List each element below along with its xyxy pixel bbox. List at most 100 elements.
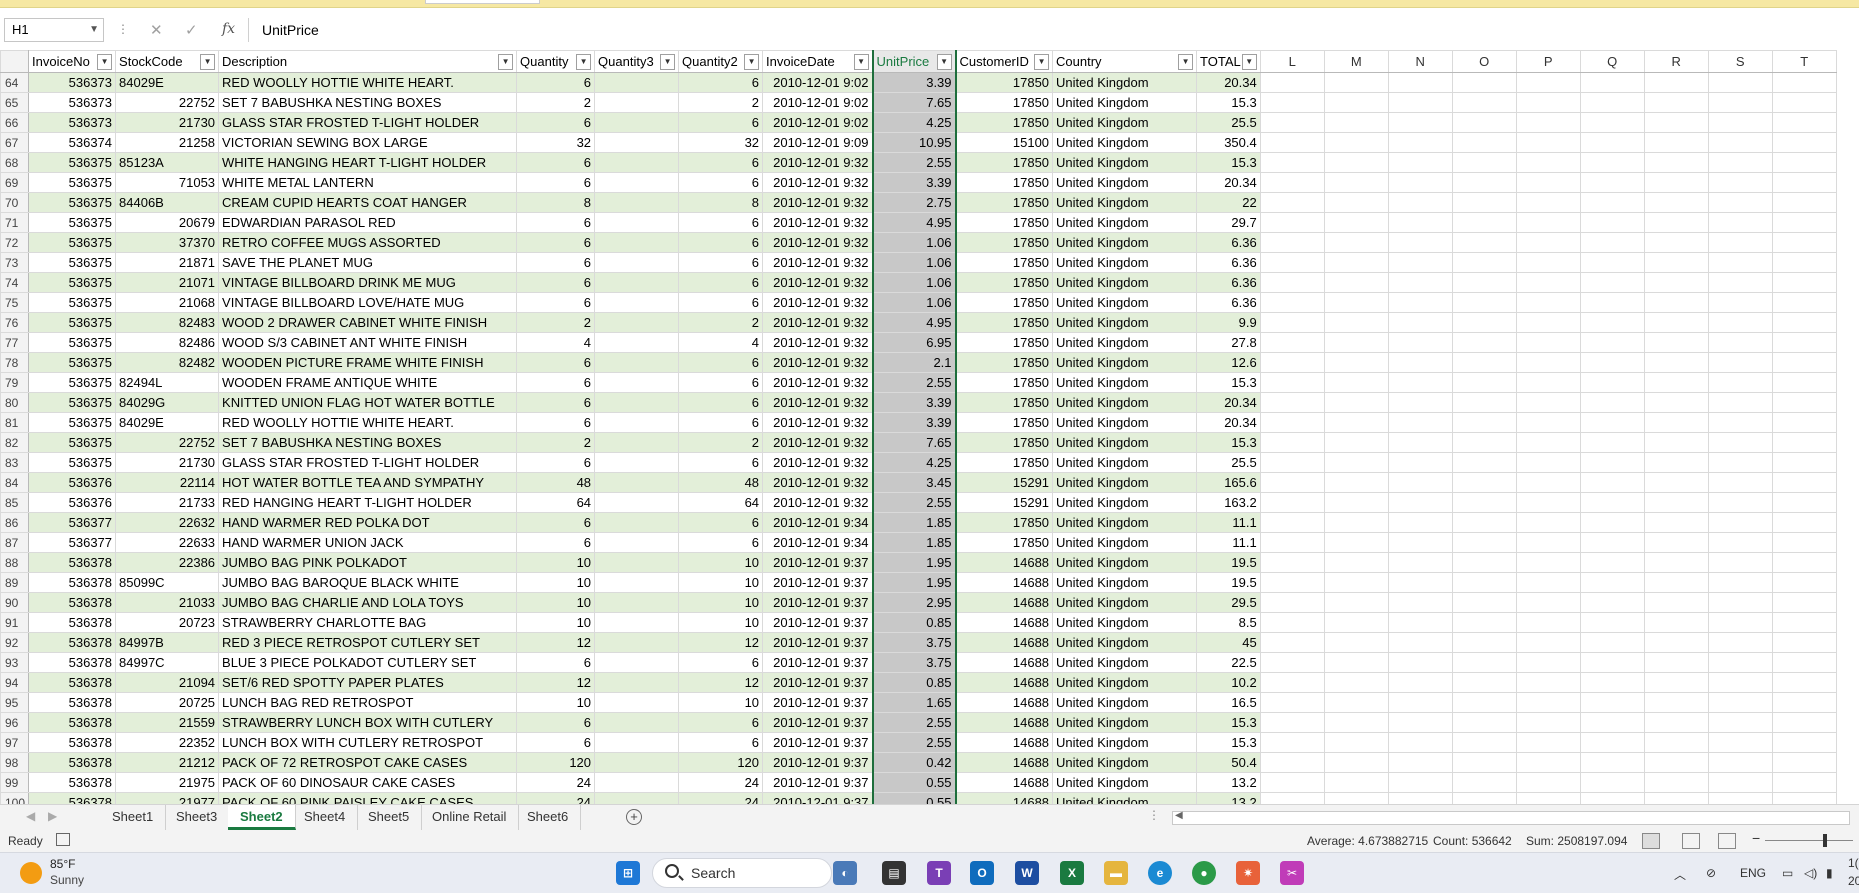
empty-cell[interactable] <box>1579 272 1645 293</box>
customer-id-cell[interactable]: 17850 <box>955 532 1054 553</box>
empty-cell[interactable] <box>1643 572 1709 593</box>
empty-cell[interactable] <box>1323 732 1389 753</box>
empty-cell[interactable] <box>1515 92 1581 113</box>
empty-cell[interactable] <box>1515 572 1581 593</box>
country-cell[interactable]: United Kingdom <box>1052 572 1198 593</box>
empty-cell[interactable] <box>1771 712 1837 733</box>
clock-date[interactable]: 20 <box>1848 874 1859 888</box>
empty-cell[interactable] <box>1451 292 1517 313</box>
quantity-cell[interactable]: 6 <box>516 532 596 553</box>
filter-dropdown-icon[interactable]: ▼ <box>498 53 514 70</box>
invoice-date-cell[interactable]: 2010-12-01 9:37 <box>762 772 874 793</box>
empty-cell[interactable] <box>1259 372 1325 393</box>
empty-cell[interactable] <box>1643 352 1709 373</box>
customer-id-cell[interactable]: 17850 <box>955 352 1054 373</box>
empty-cell[interactable] <box>1643 172 1709 193</box>
empty-cell[interactable] <box>1771 192 1837 213</box>
quantity3-cell[interactable] <box>594 712 680 733</box>
stock-code-cell[interactable]: 20679 <box>115 212 220 233</box>
empty-cell[interactable] <box>1771 112 1837 133</box>
country-cell[interactable]: United Kingdom <box>1052 252 1198 273</box>
empty-cell[interactable] <box>1259 552 1325 573</box>
row-number[interactable]: 100 <box>0 792 30 804</box>
quantity2-cell[interactable]: 120 <box>678 752 764 773</box>
scroll-left-icon[interactable]: ◀ <box>1175 810 1183 821</box>
unit-price-cell[interactable]: 3.75 <box>871 632 957 653</box>
country-cell[interactable]: United Kingdom <box>1052 72 1198 93</box>
stock-code-cell[interactable]: 84997C <box>115 652 220 673</box>
empty-cell[interactable] <box>1451 612 1517 633</box>
row-number[interactable]: 69 <box>0 172 30 193</box>
empty-cell[interactable] <box>1771 292 1837 313</box>
empty-cell[interactable] <box>1771 452 1837 473</box>
row-number[interactable]: 99 <box>0 772 30 793</box>
total-cell[interactable]: 29.5 <box>1196 592 1261 613</box>
empty-cell[interactable] <box>1451 532 1517 553</box>
row-number[interactable]: 77 <box>0 332 30 353</box>
chevron-down-icon[interactable]: ▼ <box>89 19 99 41</box>
quantity2-cell[interactable]: 6 <box>678 512 764 533</box>
empty-cell[interactable] <box>1771 792 1837 804</box>
empty-cell[interactable] <box>1579 352 1645 373</box>
quantity-cell[interactable]: 10 <box>516 592 596 613</box>
empty-cell[interactable] <box>1707 92 1773 113</box>
quantity3-cell[interactable] <box>594 132 680 153</box>
empty-cell[interactable] <box>1387 672 1453 693</box>
sheet-tab-sheet2[interactable]: Sheet2 <box>228 805 296 830</box>
quantity-cell[interactable]: 6 <box>516 292 596 313</box>
empty-cell[interactable] <box>1515 252 1581 273</box>
empty-cell[interactable] <box>1323 752 1389 773</box>
description-cell[interactable]: WOOD S/3 CABINET ANT WHITE FINISH <box>218 332 518 353</box>
worksheet-grid[interactable]: InvoiceNo ▼ StockCode ▼ Description ▼ Quantity… <box>0 50 1859 804</box>
empty-cell[interactable] <box>1515 612 1581 633</box>
stock-code-cell[interactable]: 21212 <box>115 752 220 773</box>
empty-cell[interactable] <box>1259 532 1325 553</box>
empty-cell[interactable] <box>1579 612 1645 633</box>
empty-cell[interactable] <box>1451 112 1517 133</box>
stock-code-cell[interactable]: 22352 <box>115 732 220 753</box>
quantity3-cell[interactable] <box>594 432 680 453</box>
page-break-preview-icon[interactable] <box>1718 833 1736 849</box>
empty-cell[interactable] <box>1515 632 1581 653</box>
empty-cell[interactable] <box>1451 332 1517 353</box>
quantity2-cell[interactable]: 6 <box>678 252 764 273</box>
empty-cell[interactable] <box>1771 72 1837 93</box>
customer-id-cell[interactable]: 17850 <box>955 392 1054 413</box>
empty-cell[interactable] <box>1259 392 1325 413</box>
empty-cell[interactable] <box>1323 112 1389 133</box>
column-letter-o[interactable]: O <box>1451 50 1517 73</box>
unit-price-cell[interactable]: 7.65 <box>871 92 957 113</box>
empty-cell[interactable] <box>1579 532 1645 553</box>
quantity-cell[interactable]: 12 <box>516 632 596 653</box>
unit-price-cell[interactable]: 1.06 <box>871 252 957 273</box>
row-number[interactable]: 96 <box>0 712 30 733</box>
total-cell[interactable]: 6.36 <box>1196 232 1261 253</box>
filter-dropdown-icon[interactable]: ▼ <box>744 53 760 70</box>
row-number[interactable]: 94 <box>0 672 30 693</box>
empty-cell[interactable] <box>1515 472 1581 493</box>
quantity2-cell[interactable]: 6 <box>678 352 764 373</box>
customer-id-cell[interactable]: 14688 <box>955 732 1054 753</box>
description-cell[interactable]: SET 7 BABUSHKA NESTING BOXES <box>218 92 518 113</box>
empty-cell[interactable] <box>1387 492 1453 513</box>
row-number[interactable]: 85 <box>0 492 30 513</box>
row-number[interactable]: 82 <box>0 432 30 453</box>
quantity3-cell[interactable] <box>594 352 680 373</box>
excel-icon[interactable]: X <box>1060 861 1084 885</box>
unit-price-cell[interactable]: 0.55 <box>871 792 957 804</box>
empty-cell[interactable] <box>1259 592 1325 613</box>
empty-cell[interactable] <box>1515 712 1581 733</box>
empty-cell[interactable] <box>1579 192 1645 213</box>
total-cell[interactable]: 15.3 <box>1196 732 1261 753</box>
quantity2-cell[interactable]: 24 <box>678 792 764 804</box>
row-number[interactable]: 89 <box>0 572 30 593</box>
unit-price-cell[interactable]: 0.85 <box>871 672 957 693</box>
status-average[interactable]: Average: 4.673882715 <box>1307 834 1428 848</box>
empty-cell[interactable] <box>1771 672 1837 693</box>
column-header-quantity2[interactable]: Quantity2 ▼ <box>678 50 764 73</box>
empty-cell[interactable] <box>1387 412 1453 433</box>
empty-cell[interactable] <box>1387 712 1453 733</box>
invoice-no-cell[interactable]: 536378 <box>28 712 117 733</box>
empty-cell[interactable] <box>1579 92 1645 113</box>
empty-cell[interactable] <box>1515 312 1581 333</box>
